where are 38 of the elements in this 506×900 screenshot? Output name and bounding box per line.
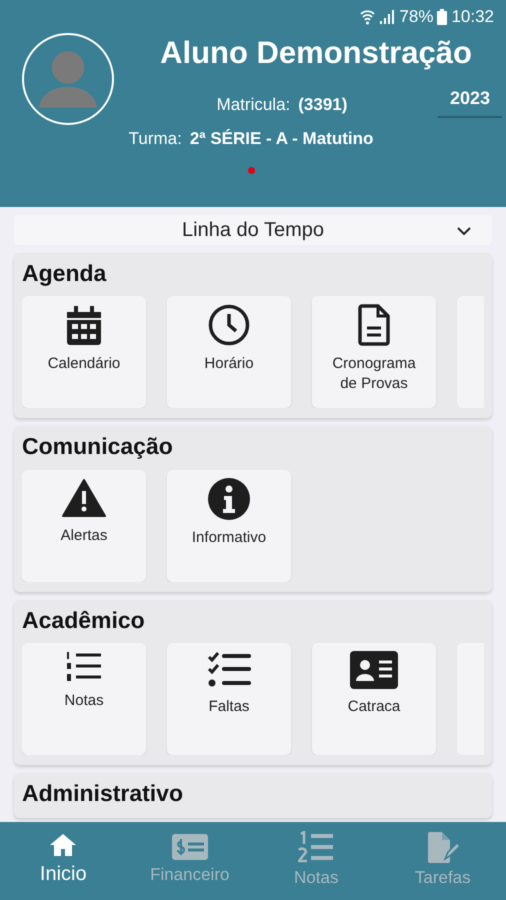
section-title: Comunicação [22, 434, 174, 460]
section-title: Administrativo [22, 780, 184, 806]
matricula-value: (3391) [298, 94, 348, 116]
matricula-label: Matricula: [216, 94, 290, 116]
numbered-list-icon [66, 650, 102, 683]
menu-tile[interactable]: Cronograma de Provas [312, 296, 436, 408]
clock: 10:32 [451, 6, 494, 28]
student-name: Aluno Demonstração [160, 34, 472, 72]
signal-icon [379, 9, 396, 25]
calendar-icon [65, 304, 103, 346]
menu-tile[interactable]: Calendário [22, 296, 146, 408]
menu-tile[interactable]: Faltas [167, 642, 291, 755]
turma-label: Turma: [128, 128, 182, 148]
document-icon [358, 304, 390, 346]
clock-icon [208, 304, 250, 346]
battery-level: 78% [399, 6, 434, 28]
document-pen-icon [426, 831, 460, 864]
section-title: Agenda [22, 261, 108, 286]
money-icon [172, 834, 208, 860]
numbered-list-icon [298, 831, 334, 864]
checklist-icon [207, 650, 251, 689]
menu-tile[interactable]: Horário [167, 296, 291, 408]
nav-tab[interactable]: Inicio [0, 822, 126, 900]
menu-tile[interactable]: Alertas [22, 470, 146, 582]
menu-tile[interactable]: Informativo [167, 470, 291, 582]
menu-tile[interactable]: Notas [22, 642, 146, 755]
menu-tile[interactable]: Catraca [312, 642, 436, 755]
info-icon [208, 478, 250, 520]
battery-icon [437, 9, 448, 25]
page-indicator-dot [248, 167, 254, 174]
timeline-dropdown[interactable]: Linha do Tempo [14, 215, 492, 245]
section-title: Acadêmico [22, 608, 146, 633]
home-icon [49, 833, 78, 857]
wifi-icon [360, 9, 376, 25]
id-card-icon [350, 650, 398, 689]
year-selector[interactable]: 2023 [438, 84, 502, 118]
turma-value: 2ª SÉRIE - A - Matutino [190, 128, 374, 148]
warning-icon [62, 478, 106, 518]
